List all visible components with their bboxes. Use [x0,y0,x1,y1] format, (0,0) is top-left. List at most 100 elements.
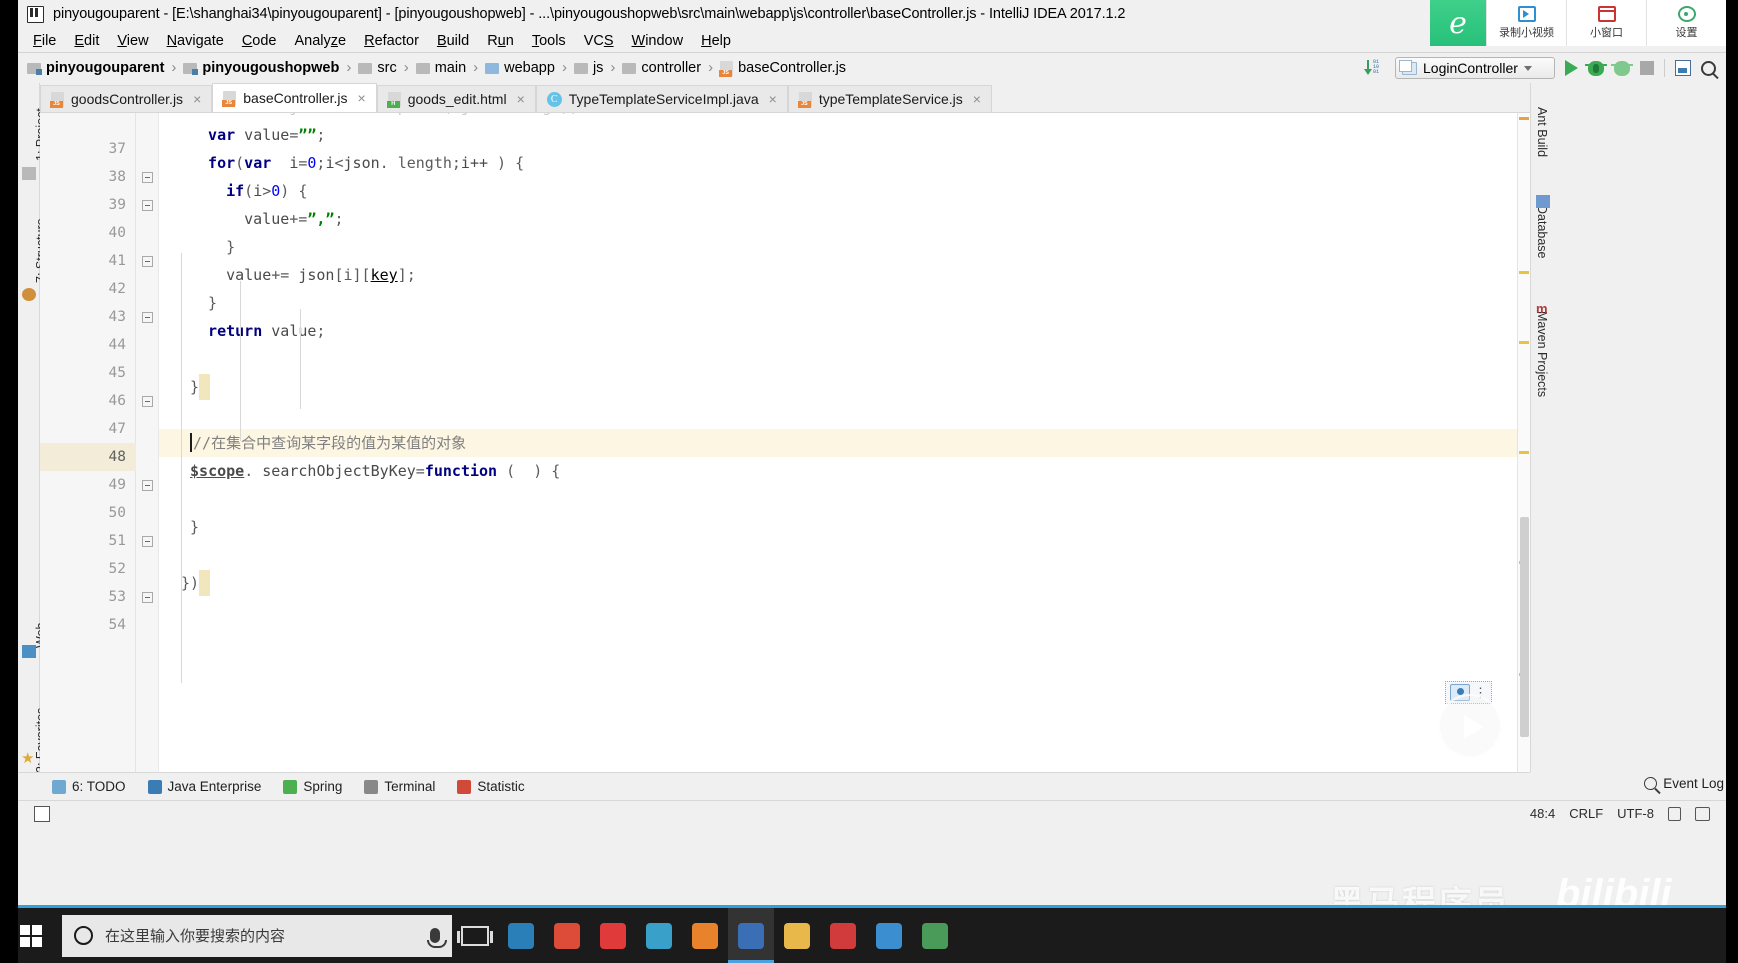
event-log-button[interactable]: Event Log [1644,776,1724,791]
taskbar-editplus-icon[interactable] [636,908,682,963]
breadcrumb-item-main[interactable]: main [413,60,469,76]
menu-item-run[interactable]: Run [478,31,523,51]
marker-warning[interactable] [1519,271,1529,274]
tool-window-terminal[interactable]: Terminal [364,779,435,794]
close-icon[interactable]: × [193,91,201,107]
taskbar-intellij-idea-icon[interactable] [728,908,774,963]
screen-recorder-widget[interactable]: e 录制小视频 小窗口 设置 [1430,0,1726,46]
close-icon[interactable]: × [358,90,366,106]
fold-marker-icon[interactable] [142,396,153,407]
menu-item-view[interactable]: View [108,31,157,51]
video-play-overlay-icon[interactable] [1438,694,1502,758]
code-line[interactable]: return value; [159,317,1530,345]
code-line[interactable] [159,345,1530,373]
fold-marker-icon[interactable] [142,480,153,491]
editor-tab-typetemplateserviceimpl-java[interactable]: C TypeTemplateServiceImpl.java × [535,85,788,112]
marker-warning[interactable] [1519,451,1529,454]
breadcrumb-item-src[interactable]: src [355,60,399,76]
windows-taskbar[interactable]: 在这里输入你要搜索的内容 [0,908,1738,963]
editor-marker-bar[interactable] [1517,113,1530,772]
menu-item-file[interactable]: File [24,31,65,51]
code-line[interactable]: }) [159,569,1530,597]
stop-icon[interactable] [1640,61,1654,75]
menu-item-vcs[interactable]: VCS [575,31,623,51]
marker-warning[interactable] [1519,117,1529,120]
close-icon[interactable]: × [769,91,777,107]
breadcrumb-item-pinyougoushopweb[interactable]: pinyougoushopweb [180,60,342,76]
menu-item-window[interactable]: Window [623,31,693,51]
run-configuration-selector[interactable]: LoginController [1395,57,1555,79]
fold-marker-icon[interactable] [142,256,153,267]
taskbar-pinned-apps[interactable] [498,908,958,963]
marker-warning[interactable] [1519,341,1529,344]
taskbar-pdf-reader-icon[interactable] [820,908,866,963]
code-line[interactable]: value+=”,”; [159,205,1530,233]
taskbar-file-explorer-icon[interactable] [774,908,820,963]
menu-item-analyze[interactable]: Analyze [286,31,356,51]
microphone-icon[interactable] [427,928,447,948]
code-line[interactable]: } [159,513,1530,541]
tool-window-spring[interactable]: Spring [283,779,342,794]
code-line[interactable]: var value=””; [159,121,1530,149]
editor-scrollbar-thumb[interactable] [1520,517,1529,737]
code-line[interactable]: } [159,233,1530,261]
recorder-settings-button[interactable]: 设置 [1646,0,1726,46]
code-editor[interactable]: var json = JSON.parse( jsonString );var … [40,112,1530,772]
inspections-icon[interactable] [1695,806,1710,821]
menu-item-code[interactable]: Code [233,31,286,51]
code-line[interactable] [159,541,1530,569]
code-line[interactable]: //在集合中查询某字段的值为某值的对象 [159,429,1530,457]
code-line[interactable] [159,597,1530,625]
menu-item-navigate[interactable]: Navigate [158,31,233,51]
menu-item-help[interactable]: Help [692,31,740,51]
code-line[interactable]: } [159,289,1530,317]
editor-tab-goodscontroller-js[interactable]: goodsController.js × [40,85,213,112]
fold-marker-icon[interactable] [142,536,153,547]
breadcrumb-item-pinyougouparent[interactable]: pinyougouparent [24,60,167,76]
fold-marker-icon[interactable] [142,172,153,183]
breadcrumb-item-js[interactable]: js [571,60,606,76]
search-everywhere-icon[interactable] [1701,60,1716,76]
editor-tab-strip[interactable]: goodsController.js×baseController.js×goo… [40,83,1530,112]
mini-window-button[interactable]: 小窗口 [1566,0,1646,46]
tool-window-java-enterprise[interactable]: Java Enterprise [147,779,261,794]
menu-item-refactor[interactable]: Refactor [355,31,428,51]
code-line[interactable] [159,401,1530,429]
layout-icon[interactable] [1675,60,1691,76]
taskbar-netease-music-icon[interactable] [590,908,636,963]
breadcrumb-item-controller[interactable]: controller [619,60,704,76]
taskbar-text-editor-icon[interactable] [912,908,958,963]
close-icon[interactable]: × [973,91,981,107]
taskbar-app-orange-icon[interactable] [682,908,728,963]
taskbar-chrome-icon[interactable] [544,908,590,963]
fold-marker-icon[interactable] [142,200,153,211]
close-icon[interactable]: × [517,91,525,107]
breadcrumb-item-webapp[interactable]: webapp [482,60,558,76]
code-line[interactable]: $scope. searchObjectByKey=function ( ) { [159,457,1530,485]
tool-window-statistic[interactable]: Statistic [457,779,525,794]
editor-tab-goods-edit-html[interactable]: goods_edit.html × [376,85,536,112]
code-line[interactable]: value+= json[i][key]; [159,261,1530,289]
code-line[interactable] [159,485,1530,513]
code-line[interactable]: for(var i=0;i<json. length;i++ ) { [159,149,1530,177]
editor-tab-typetemplateservice-js[interactable]: typeTemplateService.js × [787,85,992,112]
menu-item-tools[interactable]: Tools [523,31,575,51]
lock-icon[interactable] [1668,806,1681,821]
run-with-coverage-icon[interactable] [1611,60,1633,76]
fold-marker-icon[interactable] [142,592,153,603]
taskbar-bird-app-icon[interactable] [866,908,912,963]
fold-marker-icon[interactable] [142,312,153,323]
menu-item-build[interactable]: Build [428,31,478,51]
menu-item-edit[interactable]: Edit [65,31,108,51]
taskbar-photoshop-icon[interactable] [498,908,544,963]
breadcrumb[interactable]: pinyougouparent › pinyougoushopweb › src › mai… [18,59,849,78]
bottom-tool-window-bar[interactable]: 6: TODO Java Enterprise Spring Terminal Stat… [18,772,1530,800]
sidebar-item-ant-build[interactable]: Ant Build [1535,107,1549,157]
line-separator[interactable]: CRLF [1569,806,1603,821]
debug-icon[interactable] [1585,60,1607,76]
tool-window-6--todo[interactable]: 6: TODO [52,779,126,794]
sidebar-item-maven[interactable]: Maven Projects [1535,311,1549,397]
breadcrumb-item-basecontroller-js[interactable]: baseController.js [717,60,849,77]
editor-tab-basecontroller-js[interactable]: baseController.js × [212,83,377,112]
taskbar-search-input[interactable]: 在这里输入你要搜索的内容 [62,914,452,957]
